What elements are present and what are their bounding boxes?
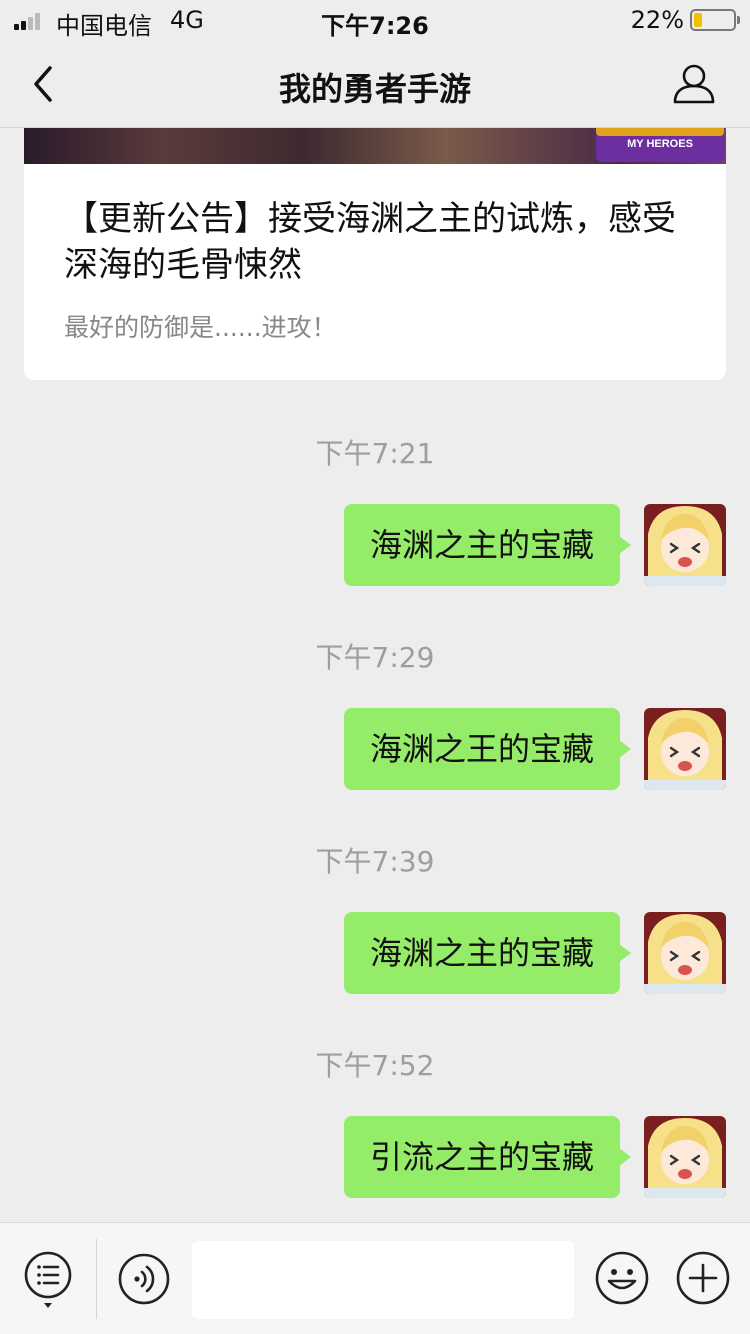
message-input[interactable] [192,1241,574,1319]
article-title: 【更新公告】接受海渊之主的试炼，感受深海的毛骨悚然 [64,199,676,285]
emoji-button[interactable] [595,1251,649,1305]
status-bar: 中国电信 4G 下午7:26 22% [0,0,750,40]
plus-button[interactable] [676,1251,730,1305]
plus-icon [676,1251,730,1305]
menu-list-icon [24,1251,72,1308]
avatar-image [644,1116,726,1198]
voice-icon [118,1253,170,1305]
chat-title: 我的勇者手游 [278,70,471,108]
message-timestamp: 下午7:21 [315,437,435,470]
user-avatar[interactable] [644,708,726,790]
user-avatar[interactable] [644,1116,726,1198]
input-bar [0,1222,750,1334]
message-row: 海渊之主的宝藏 [0,912,750,994]
avatar-image [644,912,726,994]
message-timestamp: 下午7:52 [315,1049,435,1082]
profile-button[interactable] [672,62,716,106]
message-row: 引流之主的宝藏 [0,1116,750,1198]
user-avatar[interactable] [644,504,726,586]
avatar-image [644,708,726,790]
article-banner-image: MY HEROES [24,128,726,164]
battery-percent: 22% [630,6,684,34]
emoji-icon [595,1251,649,1305]
user-avatar[interactable] [644,912,726,994]
message-timestamp: 下午7:39 [315,845,435,878]
message-bubble[interactable]: 引流之主的宝藏 [343,1116,632,1198]
message-bubble[interactable]: 海渊之主的宝藏 [343,912,632,994]
article-summary: 最好的防御是......进攻！ [64,313,337,342]
article-card[interactable]: MY HEROES 【更新公告】接受海渊之主的试炼，感受深海的毛骨悚然 最好的防… [24,128,726,380]
person-icon [673,64,715,104]
menu-button[interactable] [24,1251,74,1311]
battery-icon [690,9,740,31]
nav-bar: 我的勇者手游 [0,40,750,128]
avatar-image [644,504,726,586]
game-logo: MY HEROES [596,128,724,162]
message-row: 海渊之王的宝藏 [0,708,750,790]
message-bubble[interactable]: 海渊之王的宝藏 [343,708,632,790]
divider [96,1239,97,1319]
message-bubble[interactable]: 海渊之主的宝藏 [343,504,632,586]
message-row: 海渊之主的宝藏 [0,504,750,586]
message-timestamp: 下午7:29 [315,641,435,674]
battery-fill [694,13,702,27]
voice-button[interactable] [118,1253,170,1305]
